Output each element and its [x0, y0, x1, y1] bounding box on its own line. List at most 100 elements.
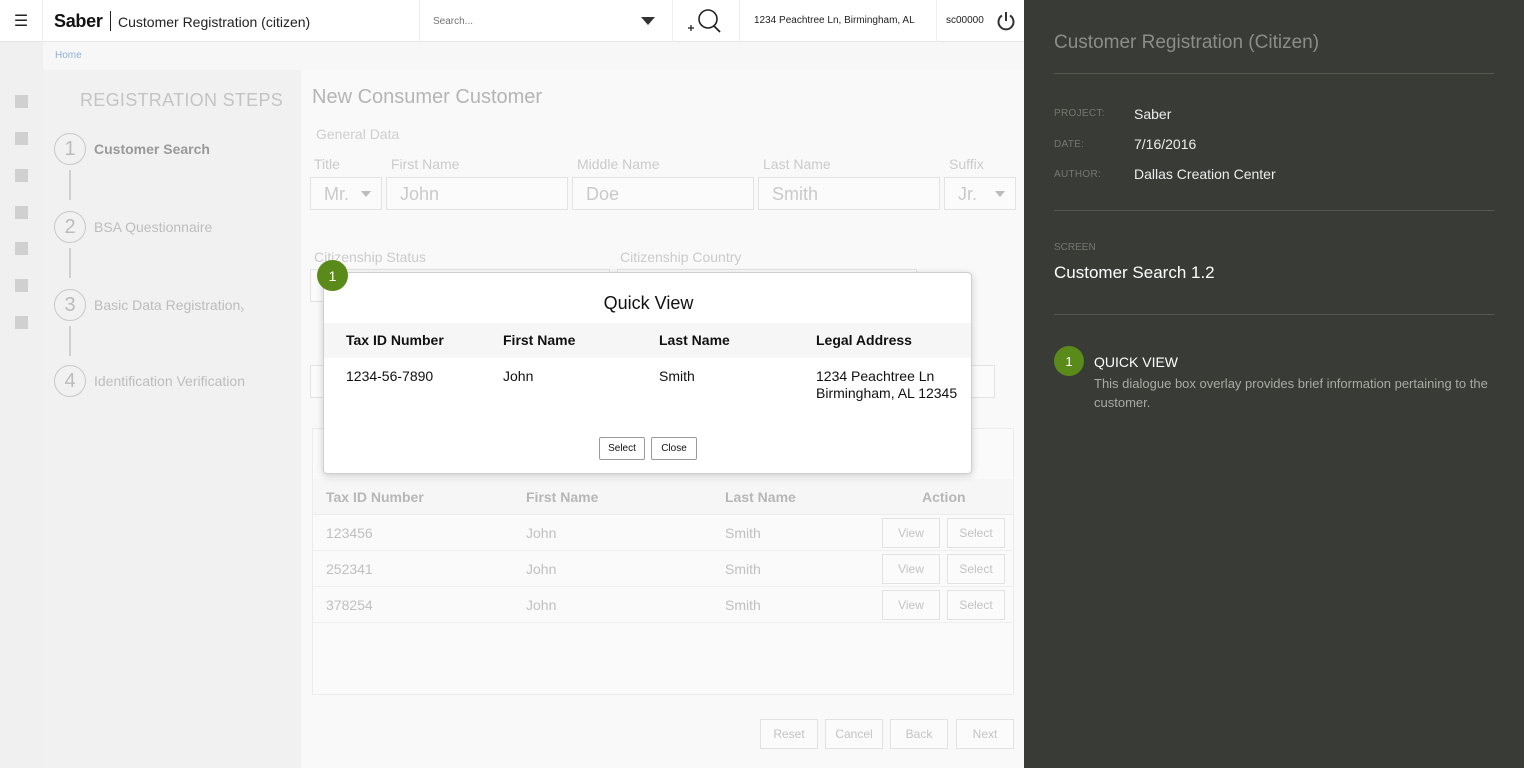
step-connector — [69, 248, 71, 278]
author-key: AUTHOR: — [1054, 169, 1102, 180]
app-title: Customer Registration (citizen) — [118, 14, 311, 30]
add-search-icon[interactable] — [673, 0, 740, 42]
first-name-label: First Name — [391, 156, 460, 172]
author-value: Dallas Creation Center — [1134, 166, 1276, 182]
address-line-2: Birmingham, AL 12345 — [816, 385, 958, 401]
current-address: 1234 Peachtree Ln, Birmingham, AL — [754, 15, 915, 26]
brand-logo: Saber — [54, 11, 103, 31]
suffix-select[interactable]: Jr. — [944, 177, 1016, 210]
search-input[interactable] — [433, 13, 633, 29]
nav-square-icon[interactable] — [15, 206, 28, 219]
col-action: Action — [922, 489, 966, 505]
hamburger-icon[interactable]: ☰ — [0, 0, 43, 42]
middle-name-label: Middle Name — [577, 156, 660, 172]
reset-button[interactable]: Reset — [760, 719, 818, 749]
date-value: 7/16/2016 — [1134, 136, 1197, 152]
step-basic-data-registration[interactable]: Basic Data Registration — [94, 297, 240, 313]
cell-last-name: Smith — [725, 561, 761, 577]
select-button[interactable]: Select — [947, 554, 1005, 584]
steps-title: REGISTRATION STEPS — [80, 90, 284, 110]
cell-last-name: Smith — [725, 525, 761, 541]
step-number: 1 — [54, 133, 86, 165]
col-tax-id: Tax ID Number — [326, 489, 424, 505]
cell-tax-id: 252341 — [326, 561, 373, 577]
cell-tax-id: 1234-56-7890 — [346, 368, 434, 384]
divider — [1054, 73, 1494, 74]
note-title: QUICK VIEW — [1094, 354, 1179, 370]
top-bar: ☰ Saber Customer Registration (citizen) … — [0, 0, 1024, 42]
cancel-button[interactable]: Cancel — [825, 719, 883, 749]
next-button[interactable]: Next — [956, 719, 1014, 749]
select-button[interactable]: Select — [947, 518, 1005, 548]
step-number: 3 — [54, 289, 86, 321]
suffix-label: Suffix — [949, 156, 984, 172]
nav-square-icon[interactable] — [15, 95, 28, 108]
cell-tax-id: 378254 — [326, 597, 373, 613]
cell-first-name: John — [526, 597, 557, 613]
chevron-down-icon — [361, 191, 371, 197]
col-last-name: Last Name — [725, 489, 796, 505]
suffix-value: Jr. — [958, 184, 978, 204]
view-button[interactable]: View — [882, 554, 940, 584]
annotation-marker: 1 — [317, 260, 348, 291]
cell-first-name: John — [526, 561, 557, 577]
col-first-name: First Name — [526, 489, 599, 505]
step-customer-search[interactable]: Customer Search — [94, 141, 210, 157]
brand-divider — [110, 11, 111, 31]
cell-last-name: Smith — [725, 597, 761, 613]
col-tax-id: Tax ID Number — [346, 332, 444, 348]
search-box — [419, 0, 673, 42]
modal-table-header: Tax ID Number First Name Last Name Legal… — [324, 323, 971, 358]
title-value: Mr. — [324, 184, 349, 204]
modal-select-button[interactable]: Select — [599, 437, 645, 460]
nav-square-icon[interactable] — [15, 316, 28, 329]
spec-title: Customer Registration (Citizen) — [1054, 32, 1320, 53]
nav-square-icon[interactable] — [15, 132, 28, 145]
chevron-down-icon — [995, 191, 1005, 197]
chevron-down-icon[interactable] — [641, 17, 655, 25]
project-key: PROJECT: — [1054, 108, 1105, 119]
step-identification-verification[interactable]: Identification Verification — [94, 373, 245, 389]
screen-value: Customer Search 1.2 — [1054, 263, 1215, 282]
select-button[interactable]: Select — [947, 590, 1005, 620]
spec-panel: Customer Registration (Citizen) PROJECT:… — [1024, 0, 1524, 768]
nav-square-icon[interactable] — [15, 242, 28, 255]
middle-name-field[interactable]: Doe — [572, 177, 754, 210]
table-row: 378254 John Smith View Select — [313, 587, 1013, 623]
registration-steps-panel: REGISTRATION STEPS 1 Customer Search 2 B… — [43, 70, 301, 768]
app-screen: ☰ Saber Customer Registration (citizen) … — [0, 0, 1024, 768]
back-button[interactable]: Back — [890, 719, 948, 749]
cell-first-name: John — [526, 525, 557, 541]
chevron-right-icon: › — [240, 301, 245, 316]
view-button[interactable]: View — [882, 590, 940, 620]
date-key: DATE: — [1054, 139, 1085, 150]
step-connector — [69, 170, 71, 200]
cell-legal-address: 1234 Peachtree Ln Birmingham, AL 12345 — [816, 368, 957, 402]
page-title: New Consumer Customer — [312, 86, 543, 108]
cell-tax-id: 123456 — [326, 525, 373, 541]
user-id: sc00000 — [946, 15, 984, 26]
nav-square-icon[interactable] — [15, 169, 28, 182]
step-bsa-questionnaire[interactable]: BSA Questionnaire — [94, 219, 212, 235]
section-label: General Data — [316, 126, 400, 142]
last-name-label: Last Name — [763, 156, 831, 172]
step-connector — [69, 326, 71, 356]
title-select[interactable]: Mr. — [310, 177, 382, 210]
screen-key: SCREEN — [1054, 242, 1096, 253]
note-number: 1 — [1054, 346, 1084, 376]
table-row: 123456 John Smith View Select — [313, 515, 1013, 551]
address-line-1: 1234 Peachtree Ln — [816, 368, 935, 384]
modal-title: Quick View — [603, 293, 694, 313]
note-description: This dialogue box overlay provides brief… — [1094, 376, 1488, 410]
power-icon[interactable] — [996, 10, 1016, 32]
quick-view-modal: Quick View Tax ID Number First Name Last… — [323, 272, 972, 474]
cell-first-name: John — [503, 368, 534, 384]
title-label: Title — [314, 156, 340, 172]
last-name-field[interactable]: Smith — [758, 177, 940, 210]
col-legal-address: Legal Address — [816, 332, 912, 348]
breadcrumb-home[interactable]: Home — [55, 50, 82, 61]
first-name-field[interactable]: John — [386, 177, 568, 210]
nav-square-icon[interactable] — [15, 279, 28, 292]
modal-close-button[interactable]: Close — [651, 437, 697, 460]
view-button[interactable]: View — [882, 518, 940, 548]
